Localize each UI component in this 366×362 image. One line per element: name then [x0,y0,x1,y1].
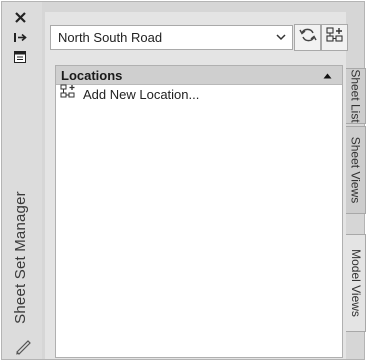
add-location-icon [325,26,344,49]
palette-title-strip[interactable]: Sheet Set Manager [2,2,42,359]
locations-header-label: Locations [61,67,123,83]
tab-sheet-views-label: Sheet Views [348,136,363,204]
tab-sheet-list[interactable]: Sheet List [346,68,366,124]
tab-sheet-views[interactable]: Sheet Views [346,126,366,214]
autohide-icon[interactable] [10,30,30,44]
close-icon[interactable] [10,10,30,24]
locations-tree[interactable]: Locations Add New Location... [55,65,343,358]
add-location-icon [60,84,77,105]
refresh-button[interactable] [294,24,321,51]
sheet-set-dropdown[interactable]: North South Road [50,25,293,50]
tab-model-views[interactable]: Model Views [346,234,366,332]
main-panel: North South Road Locations Add New Locat… [45,12,348,359]
new-location-button[interactable] [321,24,348,51]
add-new-location-item[interactable]: Add New Location... [56,84,342,105]
refresh-icon [298,27,317,48]
resize-grip-icon[interactable] [14,338,32,356]
locations-header[interactable]: Locations [56,66,342,85]
sheet-set-dropdown-value: North South Road [58,30,163,45]
palette-title-text: Sheet Set Manager [11,190,29,324]
properties-icon[interactable] [10,50,30,64]
palette-title: Sheet Set Manager [5,177,35,337]
tab-sheet-list-label: Sheet List [348,69,363,123]
chevron-down-icon[interactable] [270,26,292,49]
sheet-set-manager-palette: Sheet Set Manager North South Road Locat… [1,1,366,360]
collapse-up-icon[interactable] [323,66,332,84]
add-new-location-label: Add New Location... [83,86,200,102]
palette-tabs: Sheet List Sheet Views Model Views [346,2,366,359]
tab-model-views-label: Model Views [348,249,363,317]
